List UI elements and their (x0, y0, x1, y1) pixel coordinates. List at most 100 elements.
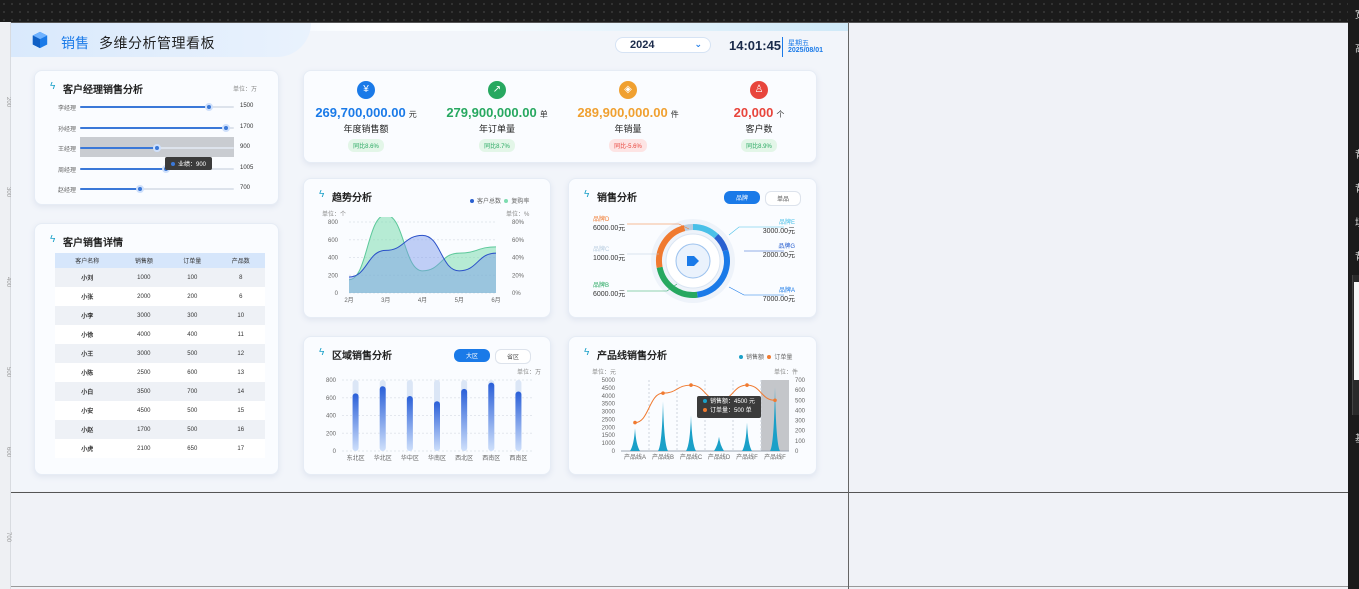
table-cell: 4000 (119, 325, 169, 344)
slice-value: 3000.00元 (762, 228, 795, 235)
spike-bar[interactable] (742, 422, 752, 451)
bar[interactable] (352, 393, 359, 451)
column-header: 产品数 (216, 253, 265, 268)
kpi-unit: 个 (776, 110, 785, 119)
detail-table: 客户名称 销售额 订单量 产品数 小刘 1000 100 8 小张 2000 200 6 小李 3000… (55, 253, 265, 458)
slice-name: 品牌B (593, 283, 610, 289)
vertical-ruler: 200 300 400 500 600 700 (0, 22, 11, 589)
prop-input[interactable] (1354, 282, 1359, 380)
y-tick-left: 1500 (602, 433, 616, 439)
date-divider (782, 37, 783, 57)
slider-track[interactable] (80, 123, 234, 132)
prop-label: 背 (1355, 146, 1359, 161)
x-tick: 2月 (344, 297, 353, 304)
toggle-region[interactable]: 大区 (454, 349, 490, 362)
column-header: 客户名称 (55, 253, 120, 268)
table-cell: 小刘 (55, 268, 120, 287)
x-tick: 华南区 (428, 454, 446, 462)
kpi-yoy-badge: 同比8.7% (479, 139, 515, 152)
bar[interactable] (515, 391, 522, 451)
order-point[interactable] (773, 398, 777, 403)
slider-track[interactable] (80, 103, 234, 111)
y-tick-right: 20% (512, 273, 525, 279)
spike-bar[interactable] (686, 415, 696, 452)
guide-line-bottom (11, 492, 1348, 493)
prop-label: 宽 (1355, 6, 1359, 21)
y-tick: 200 (326, 431, 337, 437)
x-tick: 西北区 (455, 454, 473, 462)
trend-chart: 0 0% 200 20% 400 40% 600 60% 800 80% 2月 3月 4月 5月 6月 (328, 217, 525, 304)
order-point[interactable] (745, 383, 749, 387)
legend-item: 复购率 (511, 199, 530, 205)
y-tick-left: 4000 (602, 394, 616, 400)
table-cell: 小赵 (55, 420, 120, 439)
card-title: 区域销售分析 (332, 351, 392, 362)
toggle-province[interactable]: 省区 (495, 349, 531, 364)
order-point[interactable] (661, 391, 665, 395)
spike-bar[interactable] (714, 436, 724, 451)
kpi-number: 20,000 (733, 105, 774, 120)
slice-name: 品牌A (778, 288, 795, 294)
tooltip-line: 销售额：4500 元 (710, 399, 756, 405)
y-tick-right: 40% (512, 256, 525, 262)
table-row: 小王 3000 500 12 (55, 344, 265, 363)
y-tick: 800 (326, 378, 337, 384)
y-tick-left: 3500 (602, 402, 616, 408)
slice-label: 品牌E 3000.00元 (763, 217, 795, 236)
slider-handle[interactable] (136, 185, 145, 193)
slider-label: 王经理 (58, 147, 77, 153)
legend-item: 订单量 (774, 355, 793, 361)
order-point[interactable] (689, 383, 693, 387)
bar[interactable] (461, 388, 468, 451)
kpi-label: 年度销售额 (343, 124, 389, 134)
table-row: 小安 4500 500 15 (55, 401, 265, 420)
table-row: 小张 2000 200 6 (55, 287, 265, 306)
table-row: 小白 3500 700 14 (55, 382, 265, 401)
x-tick: 产品线B (652, 453, 674, 461)
x-tick: 4月 (418, 297, 427, 304)
bar[interactable] (434, 401, 440, 451)
slider-value: 1700 (240, 123, 254, 130)
spike-bar[interactable] (658, 401, 668, 451)
x-tick: 华中区 (401, 454, 419, 462)
bar[interactable] (379, 386, 386, 451)
slider-handle[interactable] (205, 103, 214, 111)
table-cell: 小张 (55, 287, 120, 306)
year-select[interactable]: 2024 ⌄ (615, 37, 711, 53)
table-cell: 400 (168, 325, 217, 344)
y-tick-left: 2500 (602, 417, 616, 423)
slice-label: 品牌B 6000.00元 (593, 280, 625, 299)
slider-track[interactable] (80, 144, 234, 152)
spike-bar[interactable] (630, 428, 640, 451)
kpi-number: 289,900,000.00 (577, 105, 668, 120)
slider-value: 1005 (240, 164, 254, 171)
bar[interactable] (406, 395, 413, 451)
slider-value: 900 (240, 144, 251, 150)
y-tick-right: 0% (512, 291, 521, 297)
table-row: 小刘 1000 100 8 (55, 268, 265, 287)
slider-value: 1500 (240, 103, 254, 109)
y-tick-left: 2000 (602, 425, 616, 431)
brand-label: 销售 (61, 35, 89, 51)
slider-handle[interactable] (222, 123, 231, 132)
table-row: 小李 3000 300 10 (55, 306, 265, 325)
product-card: ϟ 产品线销售分析 销售额 订单量 单位：元 单位：件 0 1000 1500 200… (568, 336, 817, 475)
bolt-icon: ϟ (50, 81, 56, 92)
y-tick-left: 3000 (602, 410, 616, 416)
slider-track[interactable] (80, 185, 234, 193)
slider-fill (80, 147, 157, 149)
kpi-icon: ◈ (619, 81, 637, 99)
bar[interactable] (488, 382, 495, 451)
table-cell: 700 (168, 382, 217, 401)
kpi-label: 客户数 (745, 124, 773, 134)
slider-fill (80, 106, 210, 108)
bolt-icon: ϟ (50, 234, 56, 245)
slider-handle[interactable] (153, 144, 161, 152)
card-title: 产品线销售分析 (597, 351, 667, 362)
x-tick: 5月 (455, 297, 464, 304)
ruler-mark: 200 (5, 97, 11, 108)
order-point[interactable] (633, 420, 637, 425)
card-title: 客户销售详情 (63, 238, 123, 249)
table-cell: 2500 (119, 363, 169, 382)
legend-item: 客户总数 (477, 199, 502, 205)
